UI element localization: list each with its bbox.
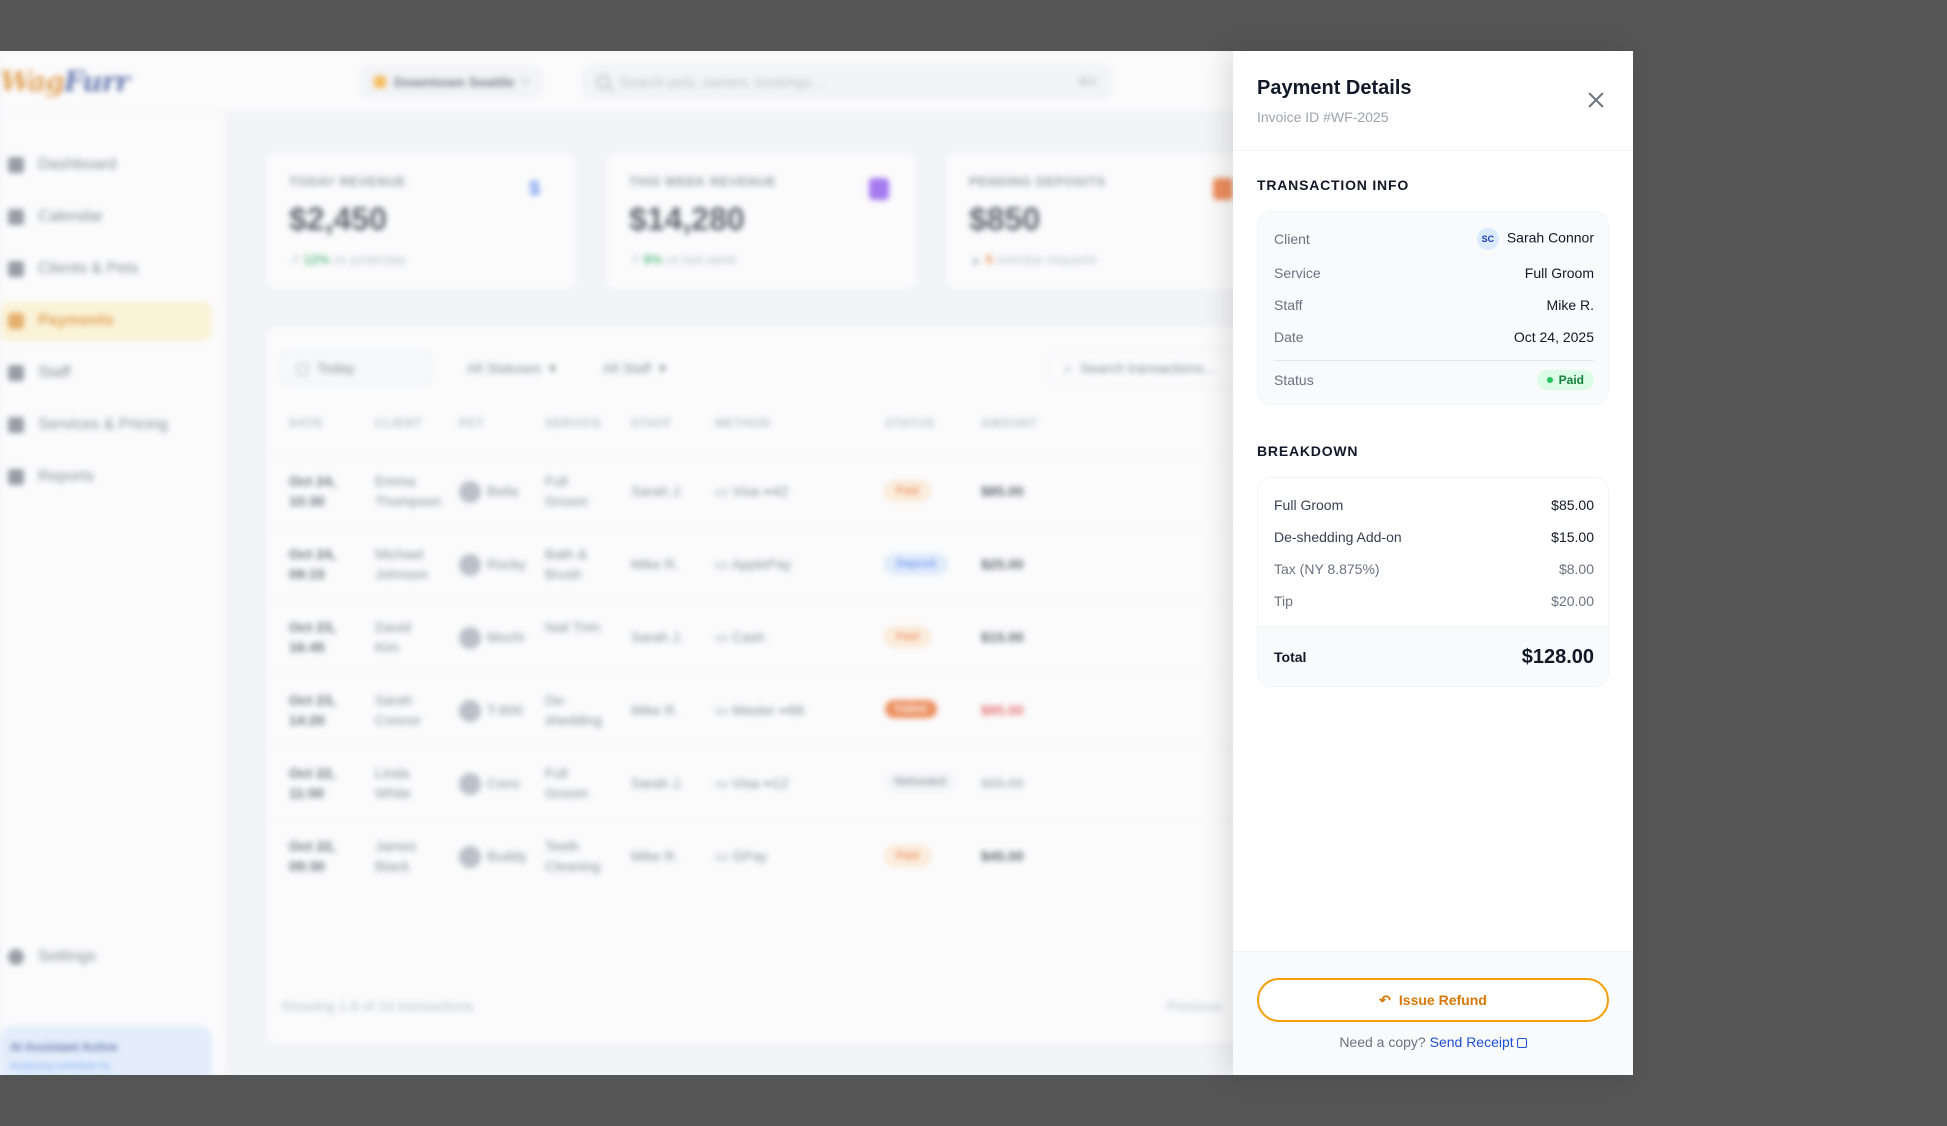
status-badge: Paid <box>1536 370 1594 390</box>
send-receipt-link[interactable]: Send Receipt <box>1430 1034 1527 1050</box>
status-dot <box>1546 377 1553 383</box>
total-band: Total $128.00 <box>1258 626 1608 686</box>
drawer-header: Payment Details Invoice ID #WF-2025 <box>1233 51 1633 151</box>
close-icon[interactable] <box>1587 91 1605 109</box>
divider <box>1274 360 1594 361</box>
total-row: Total $128.00 <box>1274 645 1594 668</box>
status-row: Status Paid <box>1274 369 1594 391</box>
breakdown-title: BREAKDOWN <box>1257 443 1359 459</box>
transaction-info-title: TRANSACTION INFO <box>1257 177 1410 193</box>
payment-details-drawer: Payment Details Invoice ID #WF-2025 TRAN… <box>1233 51 1633 1075</box>
staff-row: Staff Mike R. <box>1274 297 1594 313</box>
transaction-info-card: Client SC Sarah Connor Service Full Groom… <box>1257 211 1609 405</box>
line-item: Full Groom $85.00 <box>1274 497 1594 513</box>
line-item-tip: Tip $20.00 <box>1274 593 1594 609</box>
invoice-id: Invoice ID #WF-2025 <box>1257 109 1389 125</box>
undo-icon: ↶ <box>1379 991 1391 1008</box>
client-name: Sarah Connor <box>1506 229 1594 246</box>
drawer-title: Payment Details <box>1257 77 1412 99</box>
date-row: Date Oct 24, 2025 <box>1274 329 1594 345</box>
external-link-icon <box>1516 1038 1527 1048</box>
drawer-footer: ↶ Issue Refund Need a copy? Send Receipt <box>1233 951 1633 1075</box>
line-item-tax: Tax (NY 8.875%) $8.00 <box>1274 561 1594 577</box>
service-row: Service Full Groom <box>1274 265 1594 281</box>
breakdown-card: Full Groom $85.00 De-shedding Add-on $15… <box>1257 477 1609 687</box>
receipt-prompt: Need a copy? Send Receipt <box>1233 1034 1633 1050</box>
avatar: SC <box>1476 228 1499 250</box>
client-row: Client SC Sarah Connor <box>1274 228 1594 250</box>
issue-refund-button[interactable]: ↶ Issue Refund <box>1257 978 1609 1022</box>
line-item: De-shedding Add-on $15.00 <box>1274 529 1594 545</box>
